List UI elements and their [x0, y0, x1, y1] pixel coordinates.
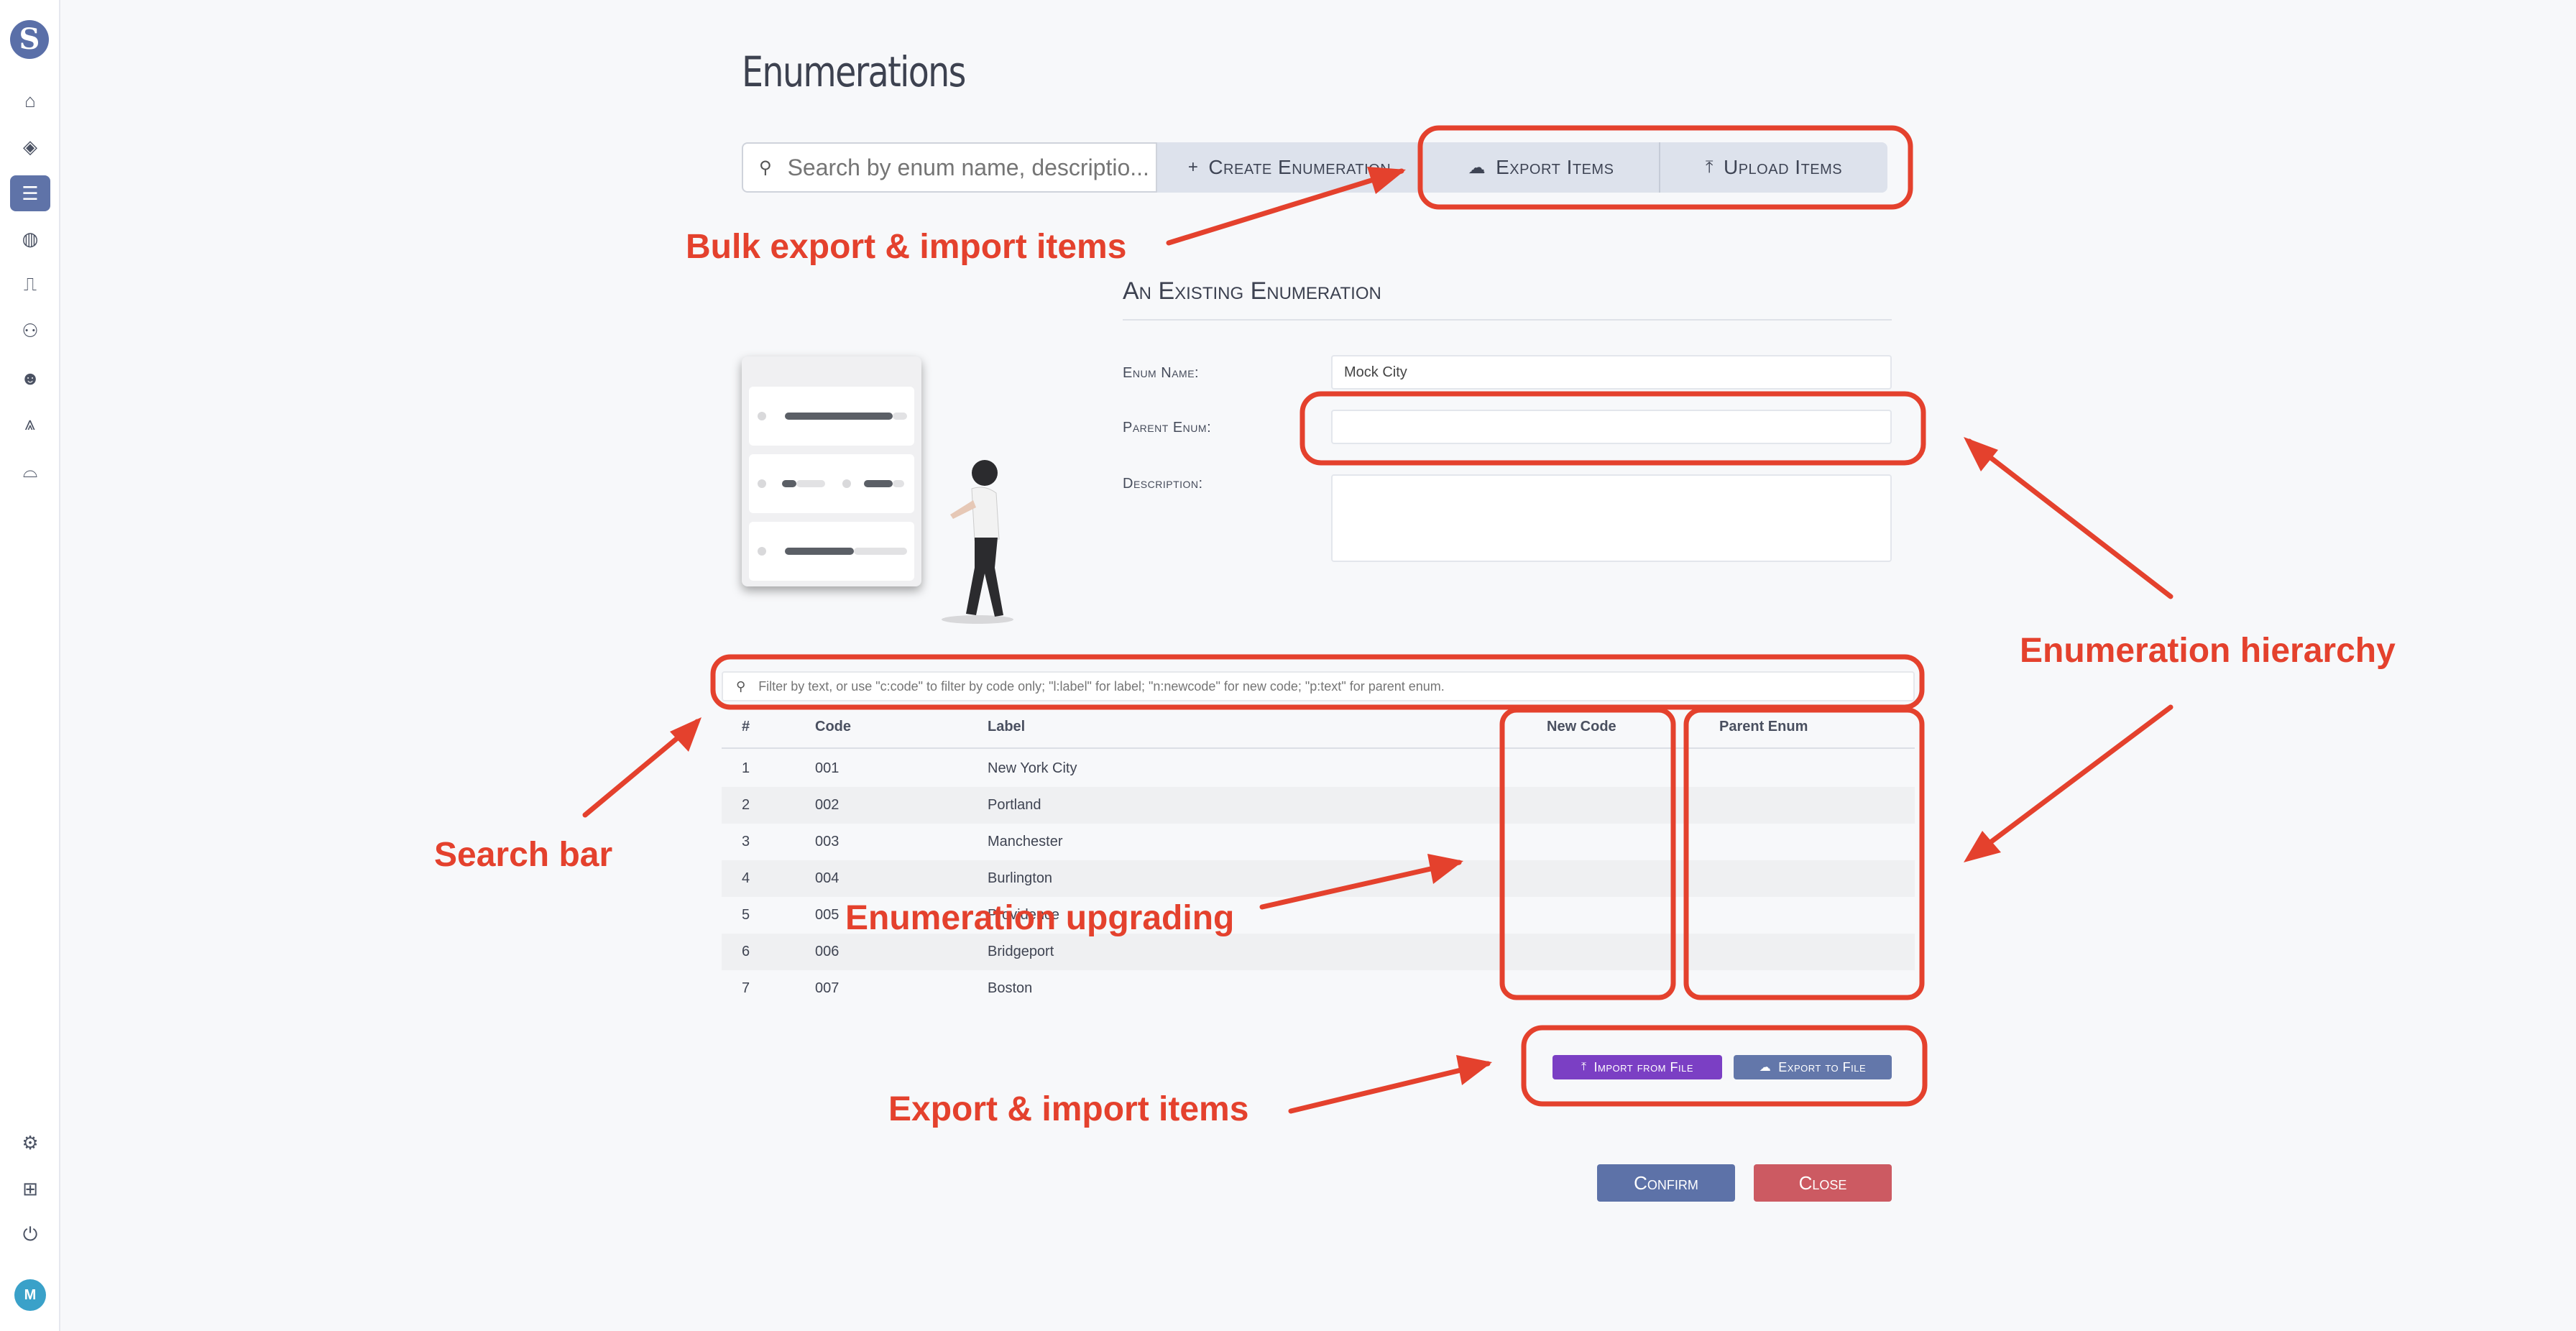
arrow-hierarchy-up [1966, 438, 2174, 599]
enum-name-label: Enum Name: [1123, 365, 1200, 381]
close-button[interactable]: Close [1754, 1164, 1892, 1202]
import-from-file-label: Import from File [1593, 1059, 1694, 1074]
avatar[interactable]: M [14, 1279, 46, 1311]
annotation-export-import: Export & import items [888, 1090, 1249, 1128]
network-icon[interactable]: ⊞ [16, 1174, 45, 1203]
annotation-hierarchy: Enumeration hierarchy [2020, 632, 2396, 670]
enum-search-box: ⚲ [742, 142, 1157, 193]
signal-icon[interactable]: ⎍ [16, 270, 45, 299]
section-divider [1123, 319, 1892, 321]
table-row[interactable]: 3 003 Manchester [722, 824, 1915, 860]
upload-items-button[interactable]: ⤒ Upload Items [1660, 142, 1887, 193]
cloud-download-icon: ☁ [1468, 157, 1486, 178]
table-row[interactable]: 4 004 Burlington [722, 860, 1915, 897]
upload-icon: ⤒ [1705, 157, 1714, 177]
annotation-upgrading: Enumeration upgrading [845, 899, 1235, 937]
cloud-download-icon: ☁ [1759, 1061, 1772, 1074]
arrowhead-search [670, 717, 702, 752]
globe-icon[interactable]: ◍ [16, 224, 45, 253]
page-title: Enumerations [742, 47, 966, 96]
drafting-icon[interactable]: ⩓ [16, 410, 45, 438]
export-items-label: Export Items [1496, 156, 1614, 178]
sidebar: S ⌂ ◈ ☰ ◍ ⎍ ⚇ ☻ ⩓ ⌓ ⚙ ⊞ ⏻ M [0, 0, 60, 1331]
table-row[interactable]: 7 007 Boston [722, 970, 1915, 1007]
import-from-file-button[interactable]: ⤒ Import from File [1552, 1055, 1722, 1079]
search-icon: ⚲ [736, 678, 746, 694]
illustration-card [742, 356, 921, 586]
parent-enum-label: Parent Enum: [1123, 420, 1212, 436]
export-items-button[interactable]: ☁ Export Items [1423, 142, 1660, 193]
table-row[interactable]: 2 002 Portland [722, 787, 1915, 824]
export-to-file-button[interactable]: ☁ Export to File [1734, 1055, 1892, 1079]
gear-icon[interactable]: ⚙ [16, 1128, 45, 1157]
archway-icon[interactable]: ⌓ [16, 457, 45, 486]
upload-items-label: Upload Items [1723, 156, 1843, 178]
table-filter-bar: ⚲ [722, 671, 1915, 701]
arrow-search [582, 719, 700, 818]
tags-icon[interactable]: ◈ [16, 132, 45, 161]
arrowhead-hierarchy-down [1964, 831, 2001, 862]
arrow-export-import [1288, 1061, 1491, 1114]
table-header-divider [722, 747, 1915, 749]
column-header-label[interactable]: Label [988, 719, 1025, 735]
arrowhead-export-import [1456, 1055, 1492, 1085]
export-to-file-label: Export to File [1778, 1059, 1867, 1074]
table-row[interactable]: 1 001 New York City [722, 750, 1915, 787]
description-label: Description: [1123, 476, 1203, 492]
create-enumeration-label: Create Enumeration [1208, 156, 1392, 178]
parent-enum-field[interactable] [1331, 410, 1892, 444]
search-icon: ⚲ [759, 157, 772, 178]
user-icon[interactable]: ☻ [16, 364, 45, 392]
table-row[interactable]: 6 006 Bridgeport [722, 934, 1915, 970]
upload-icon: ⤒ [1581, 1061, 1587, 1073]
home-icon[interactable]: ⌂ [16, 86, 45, 115]
create-enumeration-button[interactable]: + Create Enumeration [1157, 142, 1423, 193]
section-title: An Existing Enumeration [1123, 277, 1381, 305]
app-logo[interactable]: S [10, 20, 49, 59]
arrow-hierarchy-down [1966, 704, 2174, 861]
description-field[interactable] [1331, 474, 1892, 562]
enum-name-field[interactable] [1331, 355, 1892, 390]
users-icon[interactable]: ⚇ [16, 316, 45, 345]
plus-icon: + [1187, 157, 1199, 177]
column-header-code[interactable]: Code [815, 719, 851, 735]
table-filter-input[interactable] [758, 678, 1909, 694]
annotation-search: Search bar [434, 836, 613, 874]
toolbar: ⚲ + Create Enumeration ☁ Export Items ⤒ … [742, 142, 1887, 193]
annotation-bulk: Bulk export & import items [686, 228, 1127, 266]
confirm-button[interactable]: Confirm [1597, 1164, 1735, 1202]
column-header-number[interactable]: # [742, 719, 750, 735]
column-header-new-code[interactable]: New Code [1547, 719, 1616, 735]
arrowhead-hierarchy-up [1964, 437, 1998, 471]
power-icon[interactable]: ⏻ [16, 1220, 45, 1249]
list-icon[interactable]: ☰ [10, 175, 50, 211]
person-illustration [942, 460, 1013, 624]
enum-search-input[interactable] [787, 154, 1147, 181]
column-header-parent-enum[interactable]: Parent Enum [1719, 719, 1808, 735]
